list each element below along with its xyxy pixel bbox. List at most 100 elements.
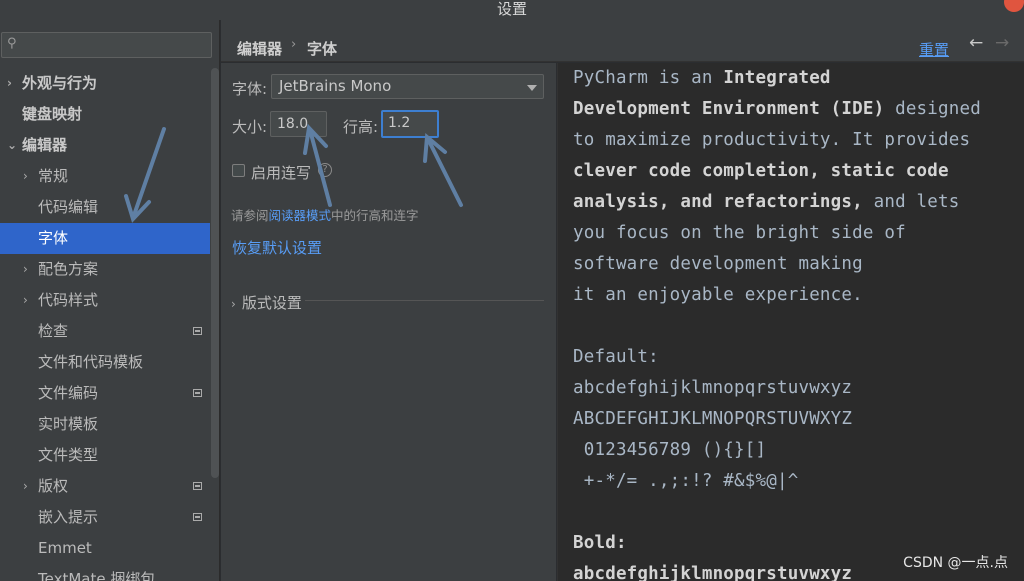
search-icon: ⚲ bbox=[7, 36, 17, 51]
preview-text: ABCDEFGHIJKLMNOPQRSTUVWXYZ bbox=[573, 409, 853, 429]
chevron-right-icon[interactable]: › bbox=[23, 254, 28, 285]
font-size-field[interactable]: 18.0 bbox=[270, 111, 327, 137]
preview-text: abcdefghijklmnopqrstuvwxyz bbox=[573, 564, 853, 581]
sidebar-item[interactable]: 检查 bbox=[0, 316, 210, 347]
line-height-label: 行高: bbox=[343, 118, 379, 136]
sidebar-item-label: 键盘映射 bbox=[22, 105, 83, 123]
preview-line: PyCharm is an Integrated bbox=[573, 68, 831, 88]
preview-line: software development making bbox=[573, 254, 863, 274]
preview-line: abcdefghijklmnopqrstuvwxyz bbox=[573, 378, 852, 398]
font-settings-panel: 字体: JetBrains Mono 大小: 18.0 行高: 1.2 启用连写… bbox=[221, 63, 556, 581]
sidebar-item[interactable]: › 外观与行为 bbox=[0, 68, 210, 99]
reset-link[interactable]: 重置 bbox=[919, 39, 949, 60]
back-arrow-icon[interactable]: ← bbox=[969, 33, 983, 53]
chevron-down-icon[interactable]: ⌄ bbox=[7, 130, 17, 161]
sidebar-item-label: 文件编码 bbox=[38, 384, 99, 402]
sidebar-item[interactable]: 键盘映射 bbox=[0, 99, 210, 130]
preview-text: Bold: bbox=[573, 533, 627, 553]
sidebar-item[interactable]: ⌄ 编辑器 bbox=[0, 130, 210, 161]
preview-text: abcdefghijklmnopqrstuvwxyz bbox=[573, 378, 853, 398]
sidebar-item[interactable]: 字体 bbox=[0, 223, 210, 254]
size-label: 大小: bbox=[232, 118, 268, 136]
project-scope-icon bbox=[193, 513, 202, 521]
line-height-field[interactable]: 1.2 bbox=[381, 110, 439, 138]
sidebar-item[interactable]: 文件和代码模板 bbox=[0, 347, 210, 378]
project-scope-icon bbox=[193, 389, 202, 397]
preview-text: to maximize productivity. It provides bbox=[573, 130, 971, 150]
preview-text: Development Environment (IDE) bbox=[573, 99, 885, 119]
sidebar-item[interactable]: › 常规 bbox=[0, 161, 210, 192]
ligatures-label[interactable]: 启用连写 bbox=[251, 162, 311, 183]
chevron-down-icon bbox=[527, 85, 537, 91]
title-bar: 设置 bbox=[0, 0, 1024, 20]
sidebar-scrollbar[interactable] bbox=[211, 68, 219, 478]
help-icon[interactable]: ? bbox=[318, 163, 332, 177]
sidebar-item[interactable]: 代码编辑 bbox=[0, 192, 210, 223]
preview-line: abcdefghijklmnopqrstuvwxyz bbox=[573, 564, 852, 581]
preview-line: analysis, and refactorings, and lets bbox=[573, 192, 960, 212]
sidebar-item-label: 文件类型 bbox=[38, 446, 99, 464]
sidebar-item-label: 外观与行为 bbox=[22, 74, 98, 92]
chevron-right-icon[interactable]: › bbox=[23, 161, 28, 192]
preview-line: ABCDEFGHIJKLMNOPQRSTUVWXYZ bbox=[573, 409, 852, 429]
font-dropdown[interactable]: JetBrains Mono bbox=[271, 74, 544, 99]
sidebar-item-label: 版权 bbox=[38, 477, 69, 495]
sidebar-item[interactable]: 实时模板 bbox=[0, 409, 210, 440]
sidebar-item-label: 字体 bbox=[38, 229, 69, 247]
preview-line: clever code completion, static code bbox=[573, 161, 949, 181]
typography-label: 版式设置 bbox=[241, 294, 302, 312]
sidebar-item[interactable]: Emmet bbox=[0, 533, 210, 564]
sidebar-item[interactable]: 文件类型 bbox=[0, 440, 210, 471]
sidebar-item-label: 代码编辑 bbox=[38, 198, 99, 216]
watermark: CSDN @一点.点 bbox=[903, 555, 1008, 571]
preview-text: +-*/= .,;:!? #&$%@|^ bbox=[573, 471, 799, 491]
sidebar-item[interactable]: › 版权 bbox=[0, 471, 210, 502]
sidebar-item-label: 代码样式 bbox=[38, 291, 99, 309]
preview-text: analysis, and refactorings, bbox=[573, 192, 863, 212]
sidebar-item-label: 配色方案 bbox=[38, 260, 99, 278]
sidebar-item-label: 实时模板 bbox=[38, 415, 99, 433]
preview-line: Development Environment (IDE) designed bbox=[573, 99, 981, 119]
typography-section-toggle[interactable]: › 版式设置 bbox=[231, 292, 302, 313]
sidebar-item-label: 编辑器 bbox=[22, 136, 68, 154]
preview-text: PyCharm is an bbox=[573, 68, 724, 88]
sidebar-item[interactable]: › 代码样式 bbox=[0, 285, 210, 316]
restore-defaults-link[interactable]: 恢复默认设置 bbox=[232, 237, 322, 258]
preview-line: to maximize productivity. It provides bbox=[573, 130, 970, 150]
sidebar-item-label: 检查 bbox=[38, 322, 69, 340]
chevron-right-icon[interactable]: › bbox=[23, 285, 28, 316]
sidebar-item-label: 常规 bbox=[38, 167, 69, 185]
breadcrumb-font: 字体 bbox=[307, 40, 338, 58]
section-divider bbox=[305, 300, 544, 301]
sidebar-item[interactable]: 嵌入提示 bbox=[0, 502, 210, 533]
ligatures-checkbox[interactable] bbox=[232, 164, 245, 177]
sidebar-item-label: 嵌入提示 bbox=[38, 508, 99, 526]
preview-line: Default: bbox=[573, 347, 659, 367]
project-scope-icon bbox=[193, 327, 202, 335]
preview-line: you focus on the bright side of bbox=[573, 223, 906, 243]
font-preview[interactable]: PyCharm is an Integrated Development Envi… bbox=[557, 63, 1024, 581]
note-suffix: 中的行高和连字 bbox=[331, 208, 419, 223]
preview-text: Default: bbox=[573, 347, 659, 367]
preview-text: 0123456789 (){}[] bbox=[573, 440, 767, 460]
preview-text: clever code completion, static code bbox=[573, 161, 949, 181]
preview-text: designed bbox=[884, 99, 981, 119]
chevron-right-icon[interactable]: › bbox=[7, 68, 12, 99]
preview-line: Bold: bbox=[573, 533, 627, 553]
preview-line: 0123456789 (){}[] bbox=[573, 440, 766, 460]
preview-text: Integrated bbox=[723, 68, 831, 88]
preview-text: it an enjoyable experience. bbox=[573, 285, 863, 305]
reader-mode-link[interactable]: 阅读器模式 bbox=[269, 208, 332, 223]
chevron-right-icon[interactable]: › bbox=[23, 471, 28, 502]
breadcrumb-editor[interactable]: 编辑器 bbox=[237, 38, 282, 59]
search-input[interactable] bbox=[24, 35, 204, 55]
settings-header: 编辑器 › 字体 重置 ← → bbox=[221, 20, 1024, 62]
reader-mode-note: 请参阅阅读器模式中的行高和连字 bbox=[231, 205, 419, 224]
sidebar-item[interactable]: › 配色方案 bbox=[0, 254, 210, 285]
settings-search-box[interactable]: ⚲ bbox=[1, 32, 212, 58]
sidebar-item[interactable]: 文件编码 bbox=[0, 378, 210, 409]
forward-arrow-icon[interactable]: → bbox=[995, 33, 1009, 53]
sidebar-item-label: 文件和代码模板 bbox=[38, 353, 144, 371]
font-dropdown-value: JetBrains Mono bbox=[279, 77, 392, 95]
sidebar-item[interactable]: TextMate 捆绑包 bbox=[0, 564, 210, 581]
